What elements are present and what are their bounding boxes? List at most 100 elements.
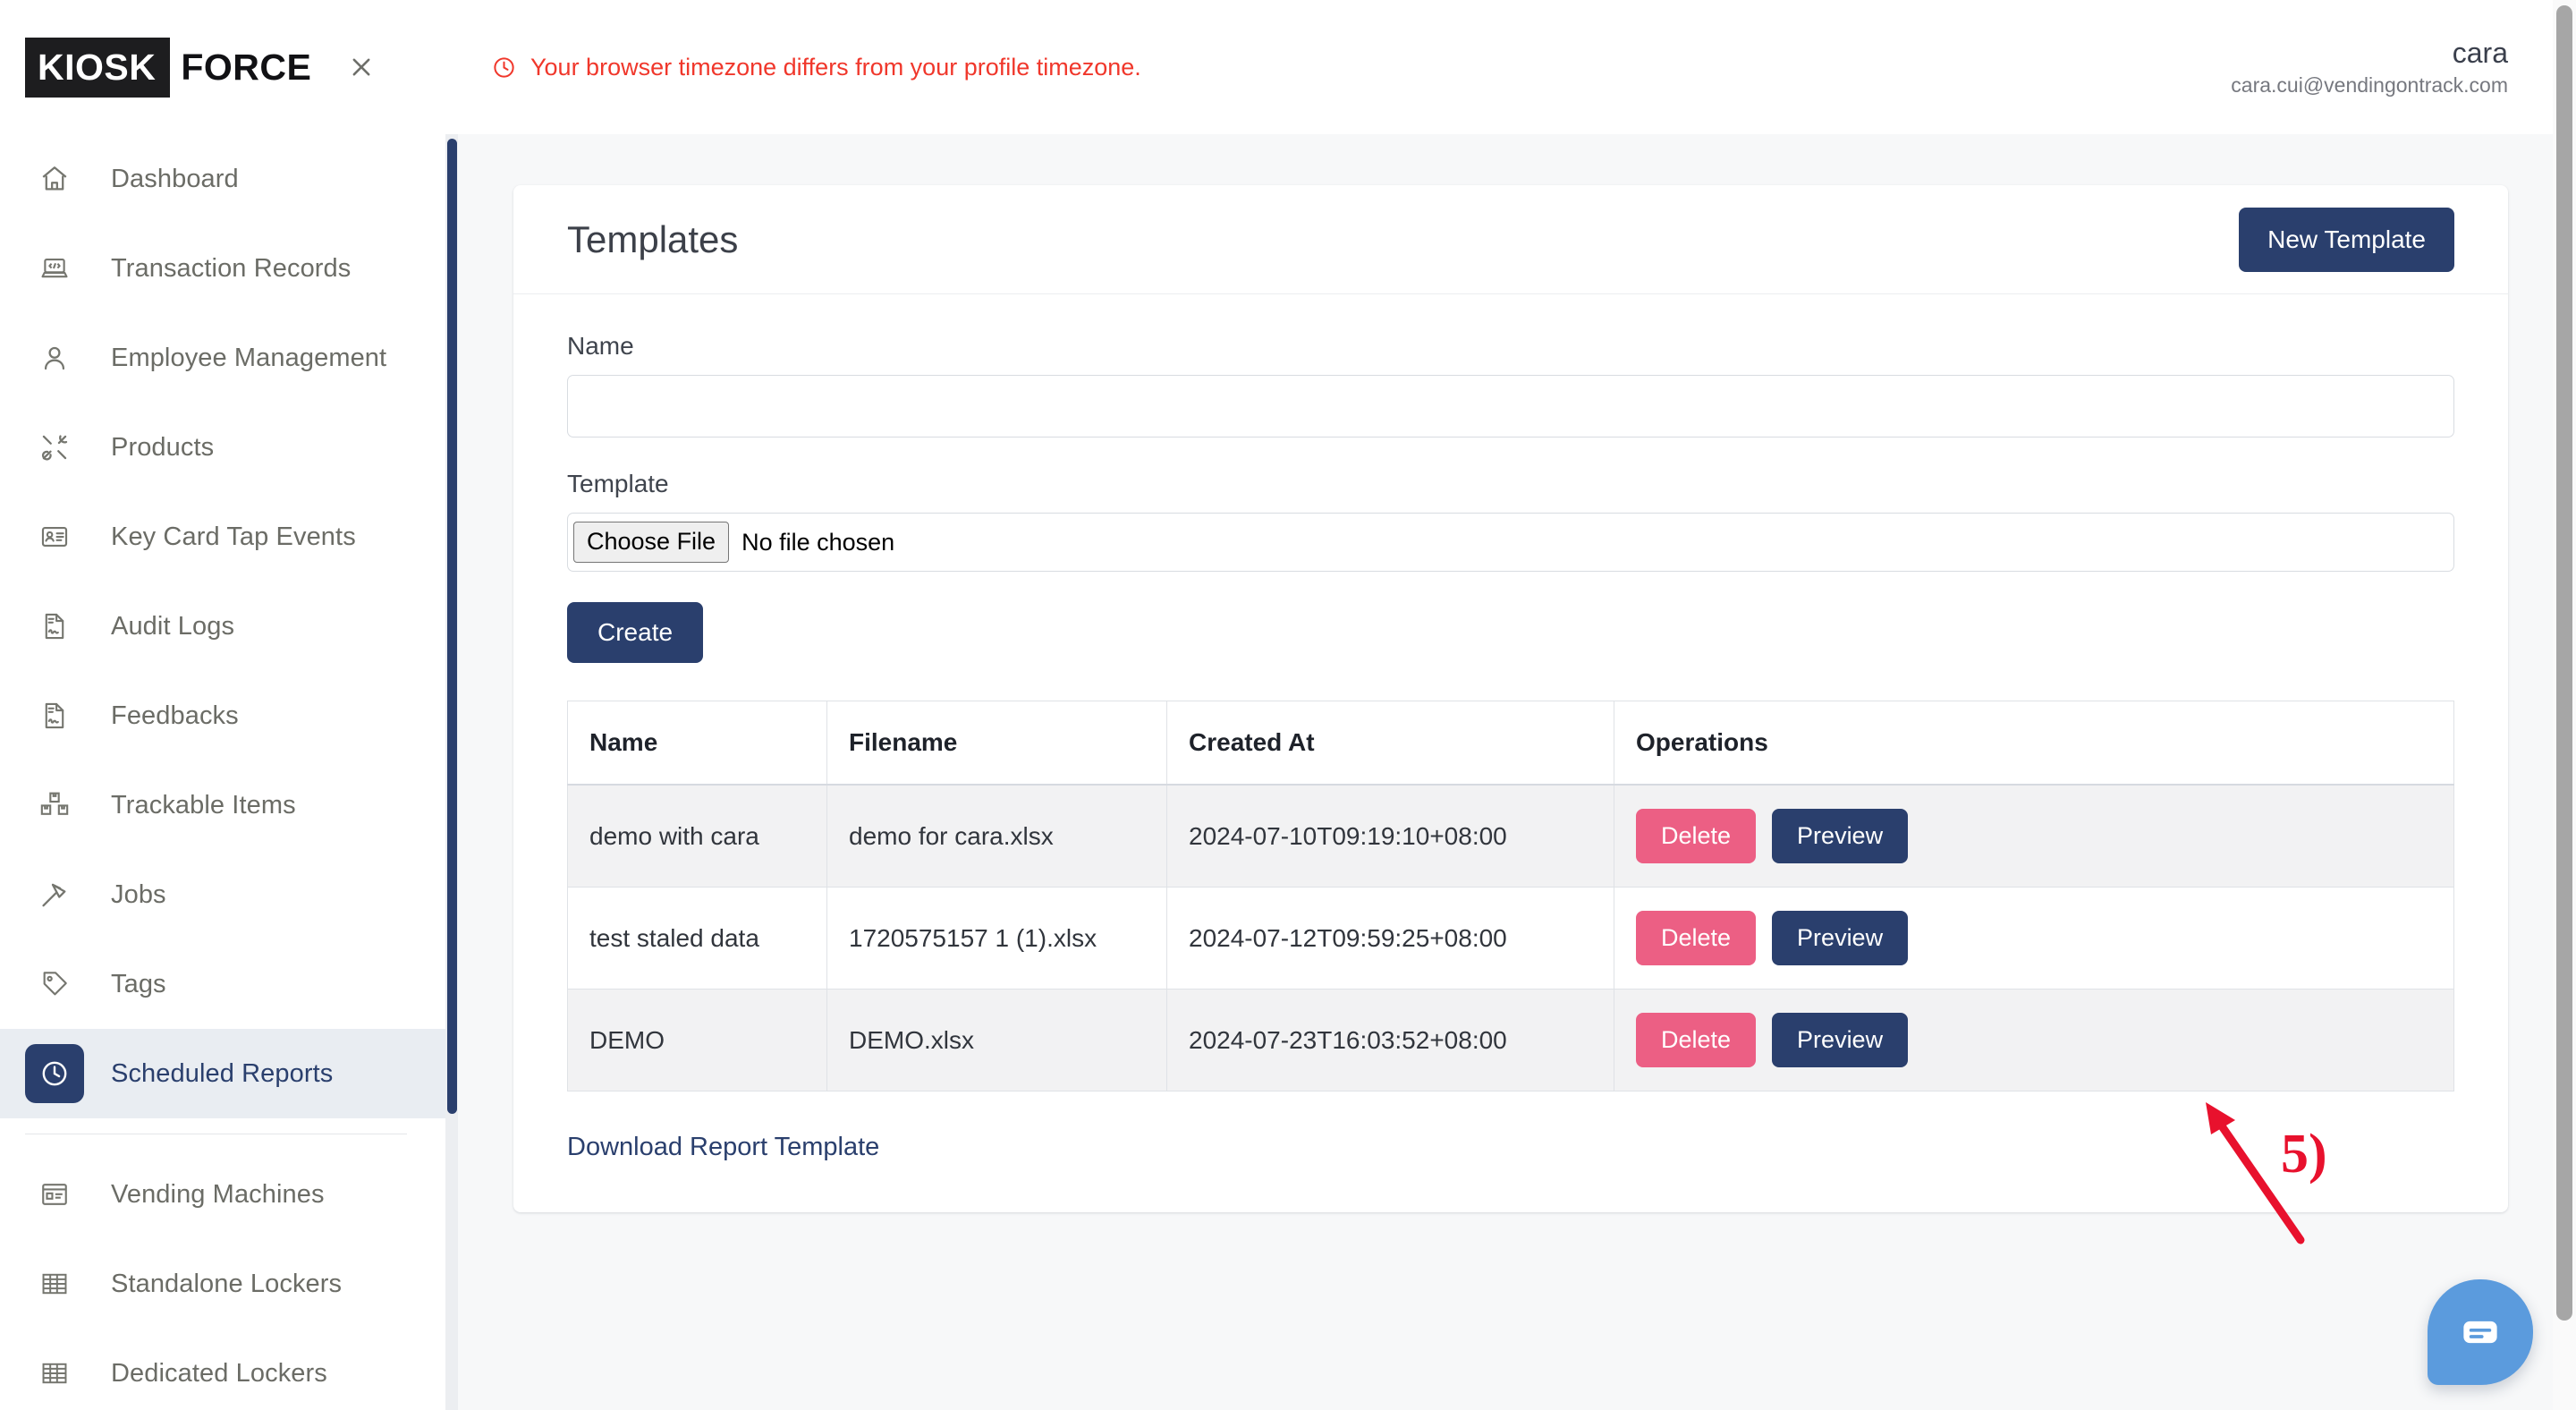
sidebar-item-label: Key Card Tap Events [111, 522, 356, 551]
cell-operations: Delete Preview [1614, 887, 2454, 990]
sidebar-nav-primary: Dashboard Transaction Records Employee M… [0, 134, 447, 1410]
hammer-icon [25, 865, 84, 924]
name-field-group: Name [567, 332, 2454, 437]
template-file-input[interactable]: Choose File No file chosen [567, 513, 2454, 572]
sidebar-item-vending-machines[interactable]: Vending Machines [0, 1150, 447, 1239]
name-input[interactable] [567, 375, 2454, 437]
preview-button[interactable]: Preview [1772, 809, 1909, 863]
sidebar-item-tags[interactable]: Tags [0, 939, 447, 1029]
sidebar-item-label: Products [111, 432, 215, 462]
cell-created-at: 2024-07-12T09:59:25+08:00 [1166, 887, 1614, 990]
timezone-warning: Your browser timezone differs from your … [492, 54, 1141, 81]
user-menu[interactable]: cara cara.cui@vendingontrack.com [2231, 35, 2508, 99]
table-row: test staled data 1720575157 1 (1).xlsx 2… [567, 887, 2454, 990]
sidebar-item-label: Trackable Items [111, 790, 296, 820]
sidebar-item-scheduled-reports[interactable]: Scheduled Reports [0, 1029, 447, 1118]
sidebar-item-label: Feedbacks [111, 701, 239, 730]
template-field-label: Template [567, 470, 669, 497]
operations-group: Delete Preview [1636, 809, 2432, 863]
sidebar-item-label: Transaction Records [111, 253, 352, 283]
column-header-name: Name [567, 701, 827, 786]
topbar: Your browser timezone differs from your … [458, 0, 2563, 134]
column-header-filename: Filename [826, 701, 1167, 786]
sidebar-item-label: Tags [111, 969, 166, 998]
sidebar-item-key-card-tap-events[interactable]: Key Card Tap Events [0, 492, 447, 582]
main-content: Templates New Template Name Template Cho… [458, 134, 2563, 1410]
clock-icon [25, 1044, 84, 1103]
logo-mark-kiosk: KIOSK [25, 37, 171, 98]
sidebar-item-label: Employee Management [111, 343, 387, 372]
cell-name: DEMO [567, 989, 827, 1091]
delete-button[interactable]: Delete [1636, 911, 1757, 965]
user-email: cara.cui@vendingontrack.com [2231, 73, 2508, 98]
delete-button[interactable]: Delete [1636, 1013, 1757, 1067]
document-signature-icon [25, 597, 84, 656]
grid-icon [25, 1344, 84, 1403]
sidebar-item-jobs[interactable]: Jobs [0, 850, 447, 939]
new-template-button[interactable]: New Template [2239, 207, 2454, 272]
logo-word-force: FORCE [181, 46, 312, 88]
table-row: DEMO DEMO.xlsx 2024-07-23T16:03:52+08:00… [567, 989, 2454, 1091]
sidebar-item-label: Vending Machines [111, 1179, 325, 1209]
cell-operations: Delete Preview [1614, 784, 2454, 888]
sidebar-item-label: Dashboard [111, 164, 239, 193]
cell-filename: demo for cara.xlsx [826, 784, 1167, 888]
sidebar-item-standalone-lockers[interactable]: Standalone Lockers [0, 1239, 447, 1329]
choose-file-button[interactable]: Choose File [573, 522, 730, 563]
timezone-warning-text: Your browser timezone differs from your … [530, 53, 1141, 81]
user-name: cara [2452, 37, 2508, 70]
cell-filename: 1720575157 1 (1).xlsx [826, 887, 1167, 990]
file-chosen-status: No file chosen [741, 528, 895, 556]
sidebar-item-feedbacks[interactable]: Feedbacks [0, 671, 447, 760]
brand-row: KIOSK FORCE [0, 0, 447, 134]
sidebar-item-products[interactable]: Products [0, 403, 447, 492]
create-button[interactable]: Create [567, 602, 704, 663]
laptop-code-icon [25, 239, 84, 298]
browser-scrollbar-thumb[interactable] [2556, 5, 2572, 1321]
sidebar-item-transaction-records[interactable]: Transaction Records [0, 224, 447, 313]
cell-operations: Delete Preview [1614, 989, 2454, 1091]
name-field-label: Name [567, 332, 634, 360]
cell-created-at: 2024-07-23T16:03:52+08:00 [1166, 989, 1614, 1091]
page-title: Templates [567, 217, 739, 260]
operations-group: Delete Preview [1636, 911, 2432, 965]
preview-button-row-3[interactable]: Preview [1772, 1013, 1909, 1067]
sidebar: KIOSK FORCE Dashboard Transaction Record… [0, 0, 447, 1410]
document-signature-icon [25, 686, 84, 745]
sidebar-item-trackable-items[interactable]: Trackable Items [0, 760, 447, 850]
user-icon [25, 328, 84, 387]
preview-button[interactable]: Preview [1772, 911, 1909, 965]
close-icon[interactable] [344, 50, 378, 84]
app-logo[interactable]: KIOSK FORCE [25, 37, 312, 98]
cell-created-at: 2024-07-10T09:19:10+08:00 [1166, 784, 1614, 888]
table-row: demo with cara demo for cara.xlsx 2024-0… [567, 784, 2454, 888]
chat-widget-button[interactable] [2428, 1279, 2533, 1385]
sidebar-item-label: Dedicated Lockers [111, 1358, 327, 1388]
sidebar-item-dedicated-lockers[interactable]: Dedicated Lockers [0, 1329, 447, 1410]
vending-machine-icon [25, 1165, 84, 1224]
sidebar-item-dashboard[interactable]: Dashboard [0, 134, 447, 224]
tools-icon [25, 418, 84, 477]
sidebar-item-employee-management[interactable]: Employee Management [0, 313, 447, 403]
annotation-step-label: 5) [2281, 1124, 2327, 1185]
card-header: Templates New Template [513, 185, 2508, 294]
sidebar-scrollbar-thumb[interactable] [447, 139, 457, 1114]
cell-name: test staled data [567, 887, 827, 990]
id-card-icon [25, 507, 84, 566]
table-body: demo with cara demo for cara.xlsx 2024-0… [567, 784, 2454, 1091]
app-root: KIOSK FORCE Dashboard Transaction Record… [0, 0, 2576, 1410]
grid-icon [25, 1254, 84, 1313]
delete-button[interactable]: Delete [1636, 809, 1757, 863]
download-report-template-link[interactable]: Download Report Template [567, 1133, 879, 1162]
sidebar-item-audit-logs[interactable]: Audit Logs [0, 582, 447, 671]
template-field-group: Template Choose File No file chosen [567, 470, 2454, 572]
home-icon [25, 149, 84, 208]
cell-filename: DEMO.xlsx [826, 989, 1167, 1091]
column-header-created-at: Created At [1166, 701, 1614, 786]
templates-table: Name Filename Created At Operations demo… [567, 701, 2454, 1091]
chat-bubble-icon [2457, 1309, 2504, 1355]
table-header-row: Name Filename Created At Operations [567, 701, 2454, 786]
templates-card: Templates New Template Name Template Cho… [513, 185, 2508, 1212]
